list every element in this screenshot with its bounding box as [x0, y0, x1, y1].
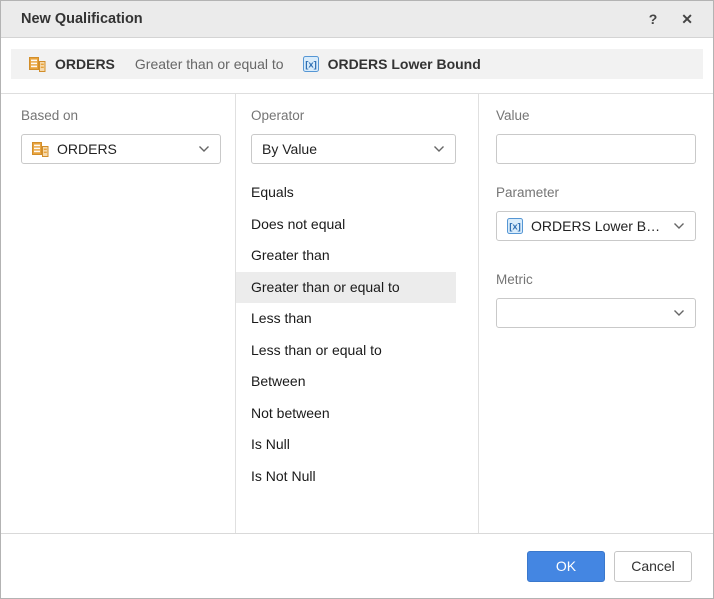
dialog-content: Based on ORDERS: [1, 93, 713, 535]
value-label: Value: [496, 108, 713, 123]
help-icon[interactable]: ?: [649, 12, 658, 26]
chevron-down-icon: [198, 145, 210, 153]
operator-mode-select[interactable]: By Value: [251, 134, 456, 164]
summary-right-object: ORDERS Lower Bound: [328, 56, 481, 72]
operator-option-is-null[interactable]: Is Null: [236, 429, 456, 461]
cancel-button[interactable]: Cancel: [614, 551, 692, 582]
summary-left-object: ORDERS: [55, 56, 115, 72]
parameter-select[interactable]: [x] ORDERS Lower Bo...: [496, 211, 696, 241]
chevron-down-icon: [673, 309, 685, 317]
value-input[interactable]: [496, 134, 696, 164]
operator-option-less-than-or-equal-to[interactable]: Less than or equal to: [236, 335, 456, 367]
dialog-titlebar: New Qualification ? ✕: [1, 1, 713, 38]
dialog-title: New Qualification: [21, 11, 143, 27]
metric-label: Metric: [496, 272, 713, 287]
svg-text:[x]: [x]: [509, 222, 521, 233]
parameter-icon: [x]: [303, 56, 319, 72]
operator-option-is-not-null[interactable]: Is Not Null: [236, 461, 456, 493]
operator-option-greater-than[interactable]: Greater than: [236, 240, 456, 272]
operator-panel: Operator By Value Equals Does not equal …: [236, 94, 479, 535]
based-on-value: ORDERS: [57, 141, 117, 157]
based-on-label: Based on: [21, 108, 235, 123]
metric-icon: [29, 57, 46, 72]
operator-mode-value: By Value: [262, 141, 317, 157]
summary-operator: Greater than or equal to: [135, 56, 284, 72]
chevron-down-icon: [673, 222, 685, 230]
operator-option-not-between[interactable]: Not between: [236, 398, 456, 430]
parameter-icon: [x]: [507, 218, 523, 234]
operator-option-greater-than-or-equal-to[interactable]: Greater than or equal to: [236, 272, 456, 304]
parameter-value: ORDERS Lower Bo...: [531, 218, 665, 234]
operator-option-equals[interactable]: Equals: [236, 177, 456, 209]
operator-option-between[interactable]: Between: [236, 366, 456, 398]
ok-button[interactable]: OK: [527, 551, 605, 582]
parameter-label: Parameter: [496, 185, 713, 200]
svg-text:[x]: [x]: [305, 60, 317, 71]
dialog-footer: OK Cancel: [1, 533, 713, 598]
metric-select[interactable]: [496, 298, 696, 328]
operator-option-does-not-equal[interactable]: Does not equal: [236, 209, 456, 241]
qualification-summary-bar: ORDERS Greater than or equal to [x] ORDE…: [11, 49, 703, 79]
close-icon[interactable]: ✕: [681, 12, 693, 26]
new-qualification-dialog: New Qualification ? ✕ ORDERS Greater tha…: [0, 0, 714, 599]
based-on-panel: Based on ORDERS: [1, 94, 236, 535]
operator-option-less-than[interactable]: Less than: [236, 303, 456, 335]
operator-option-list: Equals Does not equal Greater than Great…: [236, 177, 478, 492]
value-panel: Value Parameter [x] ORDERS Lower Bo...: [479, 94, 713, 535]
based-on-select[interactable]: ORDERS: [21, 134, 221, 164]
operator-label: Operator: [236, 108, 478, 123]
chevron-down-icon: [433, 145, 445, 153]
metric-icon: [32, 142, 49, 157]
